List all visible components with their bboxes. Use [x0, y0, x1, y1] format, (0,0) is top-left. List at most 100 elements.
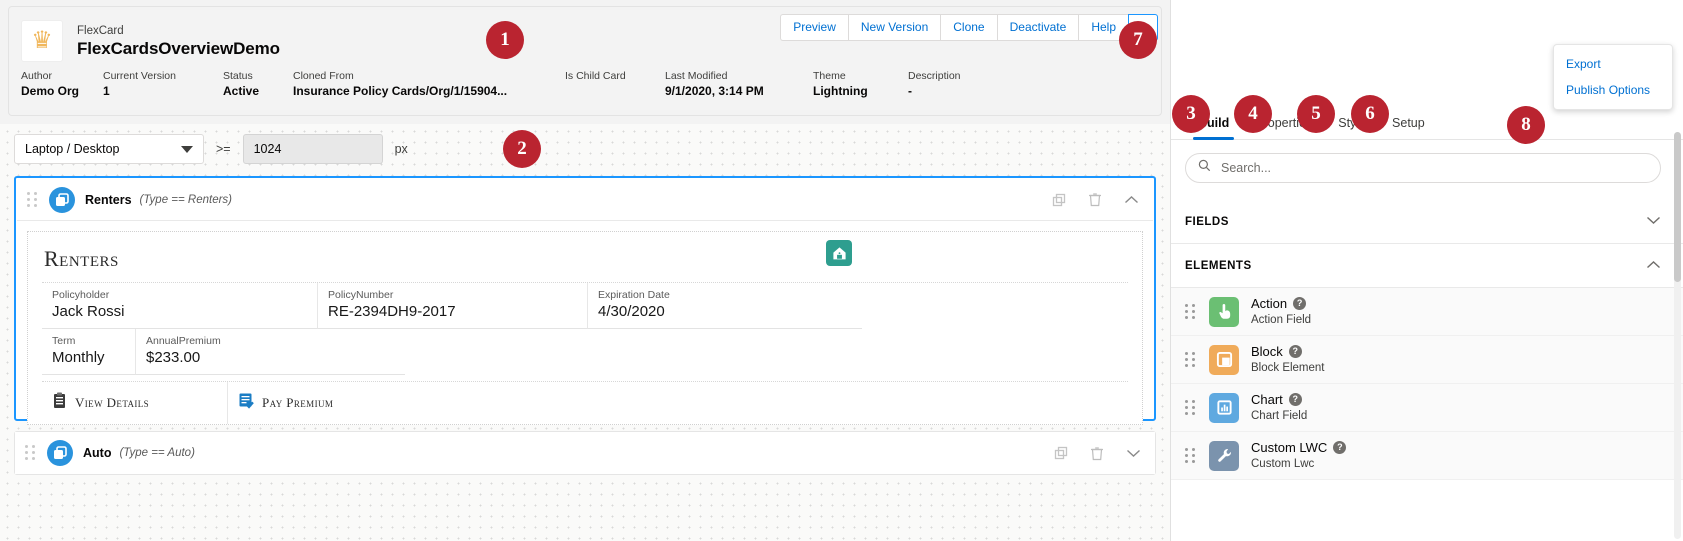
annotation-badge-2: 2: [503, 130, 541, 168]
fields-section-header[interactable]: FIELDS: [1171, 200, 1683, 244]
meta-cloned-from: Cloned From Insurance Policy Cards/Org/1…: [293, 70, 508, 98]
width-input[interactable]: 1024: [242, 134, 383, 164]
elements-section-header[interactable]: ELEMENTS: [1171, 244, 1683, 288]
delete-icon[interactable]: [1090, 446, 1104, 461]
chevron-up-icon[interactable]: [1646, 260, 1661, 272]
elements-section: ELEMENTS Action ? Action Field Block ? B…: [1171, 244, 1683, 480]
field-policynumber: PolicyNumber RE-2394DH9-2017: [317, 283, 587, 329]
field-expiration-date: Expiration Date 4/30/2020: [587, 283, 862, 329]
card-state-condition: (Type == Auto): [119, 447, 195, 459]
device-select[interactable]: Laptop / Desktop: [14, 134, 204, 164]
element-item-chart[interactable]: Chart ? Chart Field: [1171, 384, 1683, 432]
meta-status: Status Active: [223, 70, 260, 98]
card-state-icon: [49, 186, 75, 213]
meta-theme: Theme Lightning: [813, 70, 868, 98]
block-icon: [1209, 344, 1239, 375]
pay-premium-button[interactable]: Pay Premium: [227, 382, 412, 424]
flexcard-logo: ♛: [21, 20, 63, 62]
menu-item-export[interactable]: Export: [1554, 51, 1672, 77]
element-item-custom-lwc[interactable]: Custom LWC ? Custom Lwc: [1171, 432, 1683, 480]
element-subtitle: Chart Field: [1251, 410, 1308, 422]
element-title: Action: [1251, 296, 1288, 311]
house-icon: [826, 240, 852, 266]
clone-button[interactable]: Clone: [940, 14, 997, 41]
search-wrapper: [1185, 153, 1661, 183]
question-mark-icon[interactable]: ?: [1288, 393, 1302, 406]
annotation-badge-6: 6: [1351, 95, 1389, 133]
question-mark-icon[interactable]: ?: [1293, 297, 1307, 310]
card-block-renters[interactable]: Renters (Type == Renters) Renters Policy…: [14, 176, 1156, 425]
fields-section-title: FIELDS: [1185, 215, 1229, 228]
new-version-button[interactable]: New Version: [847, 14, 941, 41]
search-icon: [1198, 159, 1211, 177]
operator-label: >=: [216, 142, 231, 156]
drag-handle-icon[interactable]: [1185, 303, 1197, 320]
field-policyholder: Policyholder Jack Rossi: [42, 283, 317, 329]
search-box[interactable]: [1185, 153, 1661, 183]
field-annualpremium: AnnualPremium $233.00: [135, 329, 405, 375]
width-input-value: 1024: [253, 142, 282, 156]
card-block-auto[interactable]: Auto (Type == Auto): [14, 431, 1156, 475]
main-area: ♛ FlexCard FlexCardsOverviewDemo Author …: [0, 0, 1170, 541]
view-details-button[interactable]: View Details: [42, 382, 227, 424]
unit-label: px: [394, 142, 408, 156]
field-term: Term Monthly: [42, 329, 135, 375]
fields-section: FIELDS: [1171, 200, 1683, 244]
annotation-badge-5: 5: [1297, 95, 1335, 133]
preview-title: Renters: [44, 246, 119, 271]
header-actions: Preview New Version Clone Deactivate Hel…: [780, 14, 1158, 41]
drag-handle-icon[interactable]: [27, 191, 39, 208]
element-title: Chart: [1251, 392, 1283, 407]
view-details-label: View Details: [75, 395, 150, 410]
question-mark-icon[interactable]: ?: [1288, 345, 1302, 358]
search-input[interactable]: [1219, 160, 1648, 176]
panel-scrollbar[interactable]: [1674, 132, 1681, 539]
page-title: FlexCardsOverviewDemo: [77, 38, 280, 58]
element-subtitle: Action Field: [1251, 314, 1312, 326]
element-subtitle: Custom Lwc: [1251, 458, 1315, 470]
clone-icon[interactable]: [1054, 446, 1068, 460]
card-block-header[interactable]: Auto (Type == Auto): [15, 432, 1155, 474]
pay-premium-label: Pay Premium: [262, 395, 334, 410]
element-subtitle: Block Element: [1251, 362, 1325, 374]
preview-field-row: Term Monthly AnnualPremium $233.00: [42, 329, 1128, 375]
deactivate-button[interactable]: Deactivate: [996, 14, 1079, 41]
drag-handle-icon[interactable]: [1185, 399, 1197, 416]
card-state-icon: [47, 440, 73, 466]
panel-scrollbar-thumb[interactable]: [1674, 132, 1681, 282]
chevron-down-icon[interactable]: [1646, 216, 1661, 228]
chart-bar-icon: [1209, 392, 1239, 423]
annotation-badge-3: 3: [1172, 95, 1210, 133]
preview-button[interactable]: Preview: [780, 14, 848, 41]
preview-field-row: Policyholder Jack Rossi PolicyNumber RE-…: [42, 282, 1128, 329]
drag-handle-icon[interactable]: [25, 445, 37, 461]
card-state-condition: (Type == Renters): [139, 193, 233, 206]
chevron-down-icon[interactable]: [1126, 448, 1141, 458]
meta-current-version: Current Version 1: [103, 70, 176, 98]
element-title: Custom LWC: [1251, 440, 1328, 455]
element-title: Block: [1251, 344, 1283, 359]
device-select-value: Laptop / Desktop: [25, 142, 120, 156]
crown-icon: ♛: [31, 27, 53, 54]
meta-description: Description -: [908, 70, 961, 98]
drag-handle-icon[interactable]: [1185, 447, 1197, 464]
meta-author: Author Demo Org: [21, 70, 80, 98]
chevron-up-icon[interactable]: [1124, 195, 1139, 205]
clone-icon[interactable]: [1052, 193, 1066, 207]
question-mark-icon[interactable]: ?: [1333, 441, 1347, 454]
card-state-name: Renters: [85, 192, 132, 207]
annotation-badge-7: 7: [1119, 21, 1157, 59]
preview-action-row: View Details Pay Premium: [42, 381, 1128, 424]
delete-icon[interactable]: [1088, 192, 1102, 207]
card-preview-renters: Renters Policyholder Jack Rossi PolicyNu…: [27, 231, 1143, 425]
clipboard-icon: [52, 392, 67, 414]
device-toolbar: Laptop / Desktop >= 1024 px: [14, 134, 1156, 164]
drag-handle-icon[interactable]: [1185, 351, 1197, 368]
card-state-name: Auto: [83, 446, 112, 460]
menu-item-publish-options[interactable]: Publish Options: [1554, 77, 1672, 103]
meta-is-child-card: Is Child Card: [565, 70, 626, 82]
pay-icon: [238, 392, 254, 414]
element-item-block[interactable]: Block ? Block Element: [1171, 336, 1683, 384]
element-item-action[interactable]: Action ? Action Field: [1171, 288, 1683, 336]
card-block-header[interactable]: Renters (Type == Renters): [17, 179, 1153, 221]
